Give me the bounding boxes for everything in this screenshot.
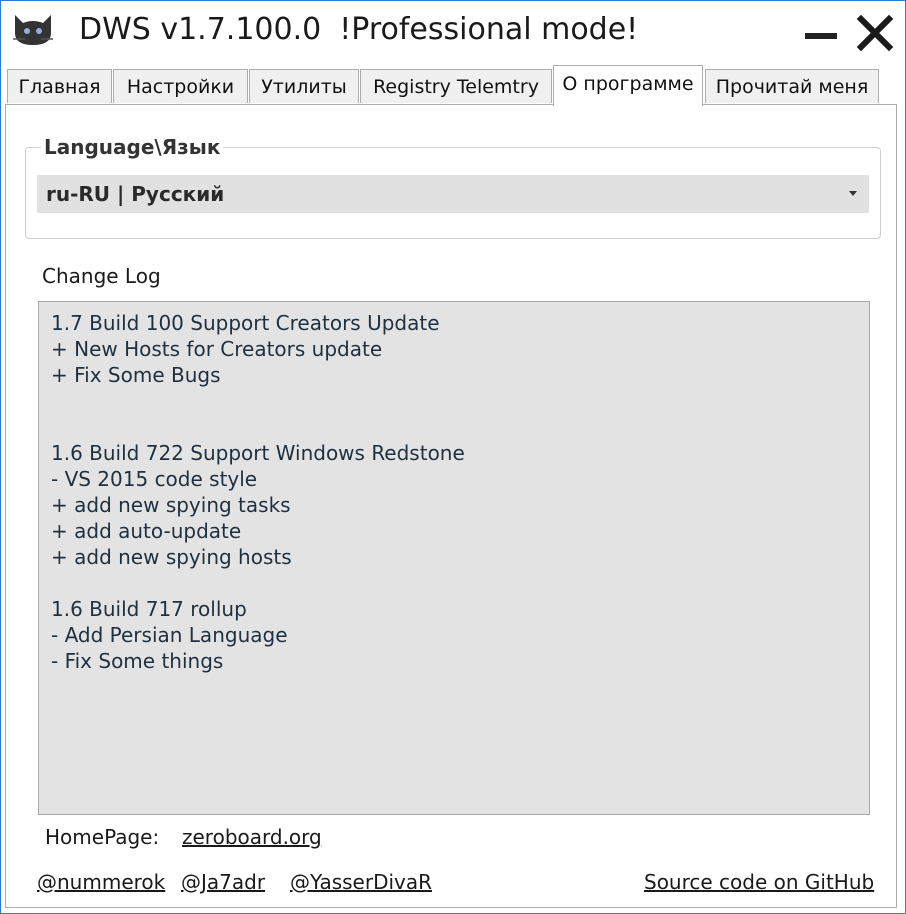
chevron-down-icon bbox=[849, 191, 857, 196]
tab-readme[interactable]: Прочитай меня bbox=[705, 69, 879, 103]
changelog-line: - Add Persian Language bbox=[51, 623, 288, 647]
changelog-line: 1.6 Build 717 rollup bbox=[51, 597, 247, 621]
window-title: DWS v1.7.100.0 !Professional mode! bbox=[79, 12, 638, 47]
source-code-link[interactable]: Source code on GitHub bbox=[644, 870, 874, 894]
changelog-line bbox=[51, 388, 857, 414]
changelog-line: + add new spying hosts bbox=[51, 545, 292, 569]
changelog-line: + add new spying tasks bbox=[51, 493, 291, 517]
language-select[interactable]: ru-RU | Русский bbox=[37, 175, 869, 213]
author-link-nummerok[interactable]: @nummerok bbox=[37, 870, 165, 894]
title-bar[interactable]: DWS v1.7.100.0 !Professional mode! bbox=[1, 1, 905, 61]
changelog-line: - Fix Some things bbox=[51, 649, 224, 673]
changelog-line: + Fix Some Bugs bbox=[51, 363, 221, 387]
changelog-line: + add auto-update bbox=[51, 519, 242, 543]
cat-logo-icon bbox=[13, 15, 53, 45]
tab-home[interactable]: Главная bbox=[7, 69, 112, 103]
changelog-label: Change Log bbox=[42, 264, 161, 288]
tab-about[interactable]: О программе bbox=[553, 65, 703, 106]
language-group-label: Language\Язык bbox=[41, 135, 224, 159]
homepage-label: HomePage: bbox=[45, 825, 160, 849]
changelog-textbox[interactable]: 1.7 Build 100 Support Creators Update + … bbox=[38, 301, 870, 815]
tab-utilities[interactable]: Утилиты bbox=[249, 69, 359, 103]
author-link-ja7adr[interactable]: @Ja7adr bbox=[181, 870, 265, 894]
changelog-line bbox=[51, 570, 857, 596]
minimize-icon[interactable] bbox=[801, 15, 841, 51]
language-selected-value: ru-RU | Русский bbox=[46, 182, 225, 206]
tab-settings[interactable]: Настройки bbox=[113, 69, 248, 103]
app-name: DWS v1.7.100.0 bbox=[79, 12, 322, 47]
tab-bar: Главная Настройки Утилиты Registry Telem… bbox=[5, 65, 901, 106]
changelog-line: + New Hosts for Creators update bbox=[51, 337, 383, 361]
changelog-line: - VS 2015 code style bbox=[51, 467, 258, 491]
close-icon[interactable] bbox=[855, 13, 895, 53]
author-link-yasserdivar[interactable]: @YasserDivaR bbox=[290, 870, 432, 894]
app-window: DWS v1.7.100.0 !Professional mode! Главна… bbox=[0, 0, 906, 914]
homepage-link[interactable]: zeroboard.org bbox=[182, 825, 322, 849]
mode-label: !Professional mode! bbox=[339, 12, 639, 47]
tab-registry-telemetry[interactable]: Registry Telemtry bbox=[360, 69, 552, 103]
changelog-line bbox=[51, 414, 857, 440]
changelog-line: 1.7 Build 100 Support Creators Update bbox=[51, 311, 440, 335]
changelog-line: 1.6 Build 722 Support Windows Redstone bbox=[51, 441, 465, 465]
